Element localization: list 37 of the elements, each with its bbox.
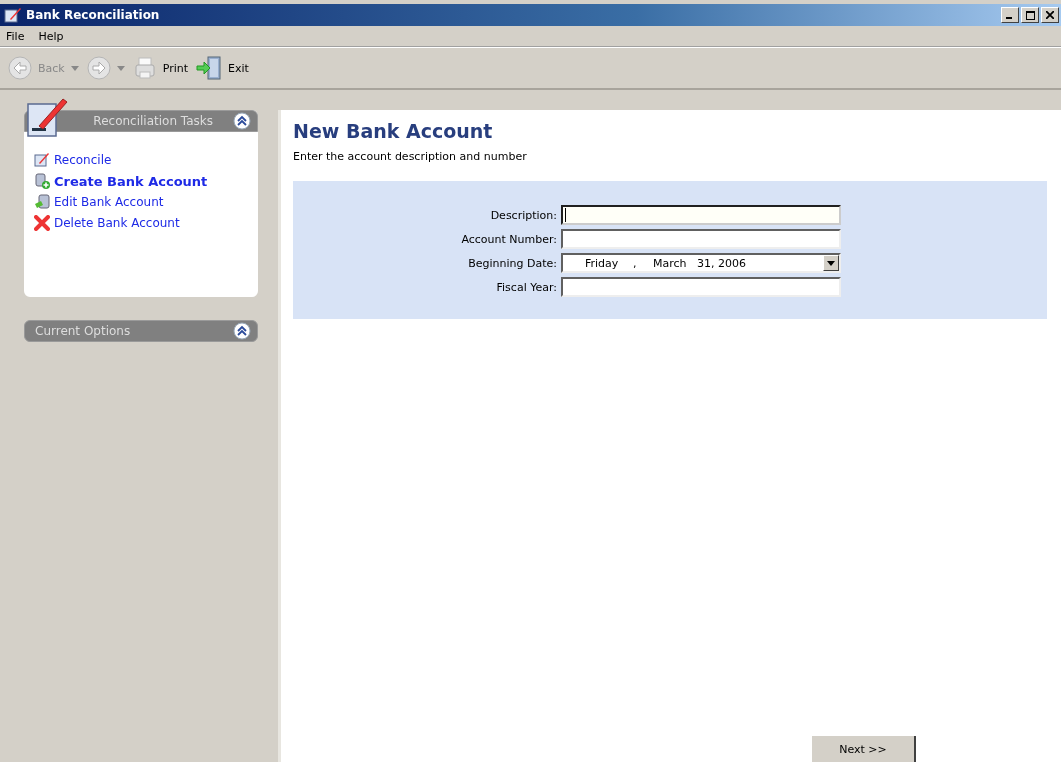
task-link[interactable]: Delete Bank Account [54,216,180,230]
menu-item[interactable]: File [6,29,25,43]
pen-paper-icon [25,96,69,140]
page-subtitle: Enter the account description and number [293,150,528,163]
exit-door-icon[interactable] [196,55,223,81]
panel-title: Current Options [35,324,131,338]
page-title: New Bank Account [293,120,494,142]
field-label: Description: [489,208,557,222]
field-label: Account Number: [460,232,557,246]
maximize-icon[interactable] [1025,10,1035,20]
pen-paper-icon [4,7,22,23]
panel-title: Reconciliation Tasks [93,114,213,128]
date-picker[interactable]: Friday , March 31, 2006 [561,253,841,273]
close-icon[interactable] [1046,11,1054,19]
task-link[interactable]: Edit Bank Account [54,195,164,209]
toolbar-label[interactable]: Print [162,61,189,75]
field-label: Fiscal Year: [495,280,557,294]
database-add-icon[interactable] [34,173,50,189]
chevron-icon[interactable] [233,322,251,340]
input-field[interactable] [561,277,841,297]
database-pencil-icon[interactable] [34,194,50,210]
dropdown-caret-icon[interactable] [827,260,835,266]
delete-x-icon[interactable] [34,215,50,231]
maximize-button[interactable] [1021,7,1039,23]
toolbar-label[interactable]: Exit [228,61,249,75]
task-link[interactable]: Reconcile [54,153,112,167]
field-label: Beginning Date: [467,256,557,270]
minimize-button[interactable] [1001,7,1019,23]
window-title: Bank Reconciliation [26,8,161,22]
menu-item[interactable]: Help [38,29,64,43]
close-button[interactable] [1041,7,1059,23]
input-field[interactable] [561,229,841,249]
chevron-icon[interactable] [233,112,251,130]
task-link[interactable]: Create Bank Account [54,173,208,189]
next-button[interactable]: Next >> [812,736,916,762]
input-field[interactable] [561,205,841,225]
pen-paper-icon[interactable] [34,152,50,168]
